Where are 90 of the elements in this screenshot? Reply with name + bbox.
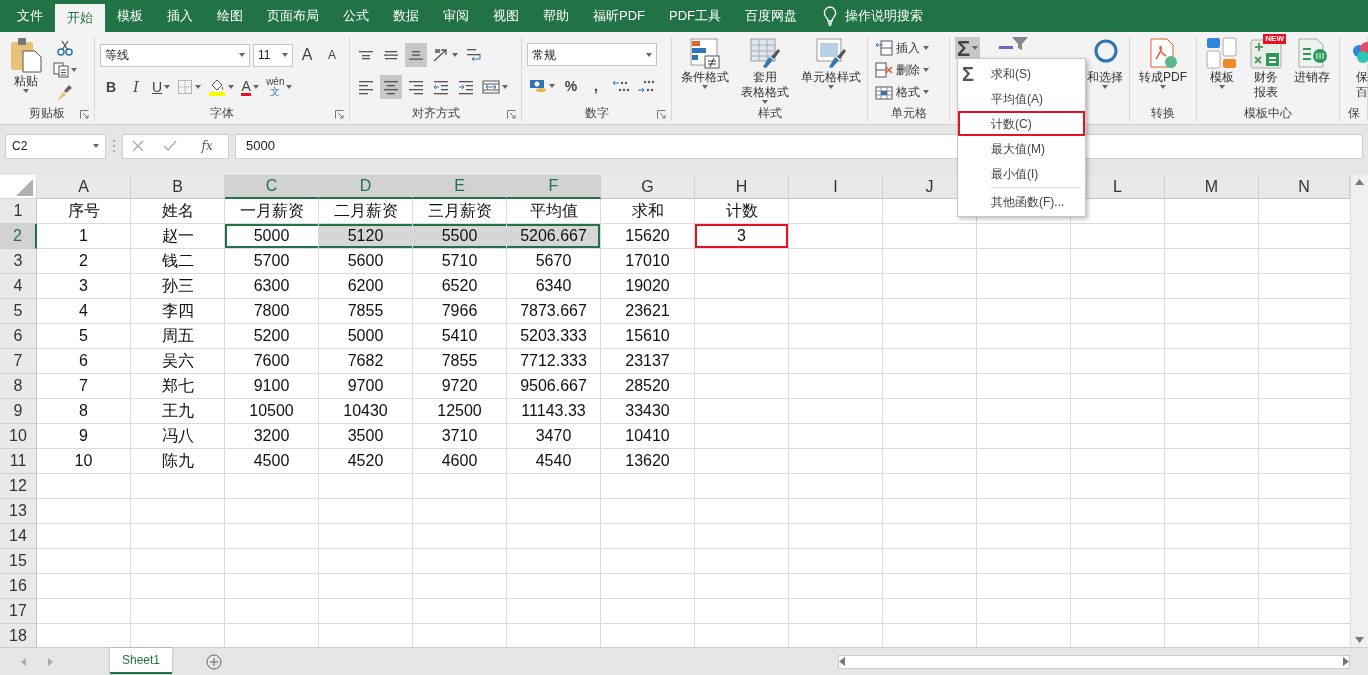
table-cell-text: 7: [78, 376, 89, 396]
table-cell-text: 周五: [160, 326, 195, 346]
group-label: 字体: [210, 105, 234, 122]
table-cell-text: 9: [78, 426, 89, 446]
table-cell-text: 3: [78, 276, 89, 296]
table-cell-text: 5203.333: [519, 326, 588, 346]
table-cell-text: 9720: [440, 376, 479, 396]
table-cell-text: 5710: [440, 251, 479, 271]
sum-icon: Σ: [962, 63, 991, 84]
table-cell-text: 7855: [440, 351, 479, 371]
table-cell-text: 6340: [534, 276, 573, 296]
table-cell-text: 33430: [624, 401, 671, 421]
group-label: 剪贴板: [29, 105, 65, 122]
table-cell-text: 9506.667: [519, 376, 588, 396]
table-cell-text: 10: [73, 451, 94, 471]
table-cell-text: 赵一: [160, 226, 195, 246]
table-cell-text: 4600: [440, 451, 479, 471]
new-badge: NEW: [1263, 34, 1286, 44]
table-cell-text: 7682: [346, 351, 385, 371]
table-cell-text: 平均值: [528, 201, 579, 221]
table-cell: 5120: [319, 224, 412, 248]
table-cell-text: 9700: [346, 376, 385, 396]
table-cell-text: 9100: [252, 376, 291, 396]
table-cell-text: 5700: [252, 251, 291, 271]
table-cell-text: 17010: [624, 251, 671, 271]
table-cell-text: 5200: [252, 326, 291, 346]
table-cell-text: 3470: [534, 426, 573, 446]
table-cell-text: 二月薪资: [332, 201, 399, 221]
table-cell-text: 3200: [252, 426, 291, 446]
table-cell-text: 23137: [624, 351, 671, 371]
table-cell-text: 冯八: [160, 426, 195, 446]
table-cell-text: 23621: [624, 301, 671, 321]
table-cell-text: 7855: [346, 301, 385, 321]
table-cell-text: 3710: [440, 426, 479, 446]
table-cell-text: 7600: [252, 351, 291, 371]
group-label: 单元格: [890, 105, 927, 122]
table-cell-text: 6300: [252, 276, 291, 296]
table-cell-text: 三月薪资: [426, 201, 493, 221]
group-label: 转换: [1151, 105, 1175, 122]
table-cell-text: 序号: [66, 201, 101, 221]
table-cell-text: 4540: [534, 451, 573, 471]
group-label: 样式: [757, 105, 782, 122]
table-cell-text: 6200: [346, 276, 385, 296]
group-label: 对齐方式: [411, 105, 460, 122]
group-label: 数字: [584, 105, 609, 122]
group-label: 保: [1347, 105, 1360, 122]
table-cell-text: 8: [78, 401, 89, 421]
table-cell-text: 陈九: [160, 451, 195, 471]
table-cell-text: 5410: [440, 326, 479, 346]
table-cell-text: 钱二: [160, 251, 195, 271]
table-cell-text: 4520: [346, 451, 385, 471]
table-cell-text: 6: [78, 351, 89, 371]
table-cell-text: 28520: [624, 376, 671, 396]
table-cell-text: 10410: [624, 426, 671, 446]
table-cell-text: 19020: [624, 276, 671, 296]
table-cell-text: 6520: [440, 276, 479, 296]
table-cell-text: 15610: [624, 326, 671, 346]
table-cell-text: 10430: [342, 401, 389, 421]
table-cell-text: 15620: [624, 226, 671, 246]
table-cell-text: 7966: [440, 301, 479, 321]
table-cell-text: 一月薪资: [238, 201, 305, 221]
table-cell-text: 7873.667: [519, 301, 588, 321]
table-cell-text: 王九: [160, 401, 195, 421]
table-cell-text: 计数: [724, 201, 759, 221]
table-cell-text: 3500: [346, 426, 385, 446]
table-cell-text: 求和: [630, 201, 665, 221]
table-cell-text: 郑七: [160, 376, 195, 396]
table-cell: 3: [695, 224, 788, 248]
group-label: 模板中心: [1244, 105, 1292, 122]
table-cell-text: 4500: [252, 451, 291, 471]
table-cell: 5500: [413, 224, 506, 248]
table-cell-text: 李四: [160, 301, 195, 321]
table-cell-text: 姓名: [160, 201, 195, 221]
table-cell-text: 10500: [248, 401, 295, 421]
table-cell-text: 5600: [346, 251, 385, 271]
table-cell-text: 5000: [346, 326, 385, 346]
table-cell-text: 孙三: [160, 276, 195, 296]
table-cell-text: 7712.333: [519, 351, 588, 371]
table-cell-text: 5670: [534, 251, 573, 271]
table-cell-text: 吴六: [160, 351, 195, 371]
table-cell-text: 12500: [436, 401, 483, 421]
table-cell-text: 11143.33: [520, 401, 587, 421]
table-cell-text: 5: [78, 326, 89, 346]
table-cell-text: 4: [78, 301, 89, 321]
table-cell: 5000: [225, 224, 318, 248]
table-cell-text: 2: [78, 251, 89, 271]
table-cell-text: 7800: [252, 301, 291, 321]
table-cell-text: 1: [78, 226, 89, 246]
table-cell-text: 13620: [624, 451, 671, 471]
table-cell: 5206.667: [507, 224, 600, 248]
